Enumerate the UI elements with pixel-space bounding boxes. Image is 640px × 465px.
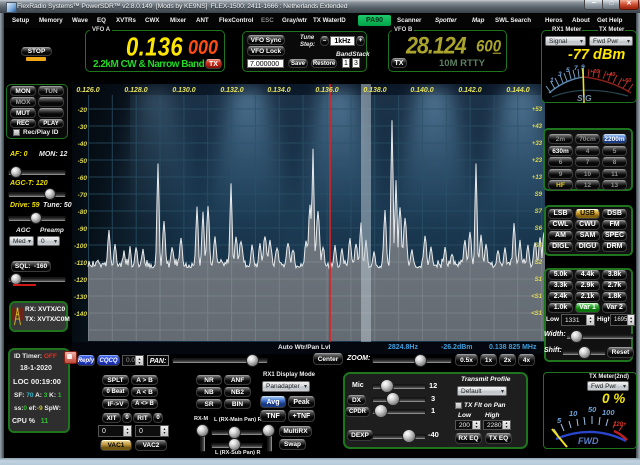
svg-text:-30: -30: [78, 124, 88, 131]
svg-text:0.140.0: 0.140.0: [410, 87, 433, 94]
svg-text:0.142.0: 0.142.0: [458, 87, 481, 94]
svg-text:-140: -140: [74, 311, 87, 318]
svg-text:S7: S7: [535, 209, 543, 215]
svg-text:-100: -100: [74, 243, 87, 250]
svg-text:3: 3: [558, 71, 562, 78]
svg-text:+60: +60: [622, 78, 631, 84]
svg-text:+43: +43: [532, 124, 543, 130]
svg-text:-130: -130: [74, 294, 87, 301]
svg-text:+53: +53: [532, 107, 543, 113]
svg-text:9: 9: [581, 64, 585, 71]
svg-text:S4: S4: [535, 243, 543, 249]
svg-text:-50: -50: [78, 158, 88, 165]
svg-text:+33: +33: [532, 141, 543, 147]
svg-text:-110: -110: [74, 260, 87, 267]
svg-text:-60: -60: [78, 175, 88, 182]
svg-text:0.130.0: 0.130.0: [172, 87, 195, 94]
svg-text:0.132.0: 0.132.0: [220, 87, 243, 94]
svg-text:0.134.0: 0.134.0: [267, 87, 290, 94]
svg-text:S9: S9: [535, 192, 543, 198]
svg-text:0.144.0: 0.144.0: [506, 87, 529, 94]
svg-text:-40: -40: [78, 141, 88, 148]
svg-text:SIG: SIG: [577, 93, 592, 103]
svg-text:-80: -80: [78, 209, 88, 216]
svg-text:120+: 120+: [613, 422, 627, 428]
svg-text:5: 5: [566, 67, 570, 74]
svg-text:50: 50: [588, 405, 597, 414]
svg-text:-90: -90: [78, 226, 88, 233]
svg-text:0.136.0: 0.136.0: [315, 87, 338, 94]
svg-text:0.138.0: 0.138.0: [363, 87, 386, 94]
svg-text:7: 7: [574, 65, 578, 72]
svg-text:+13: +13: [532, 175, 543, 181]
svg-text:-20: -20: [78, 107, 88, 114]
svg-text:5: 5: [557, 416, 562, 425]
svg-text:S2: S2: [535, 260, 543, 266]
svg-text:-70: -70: [78, 192, 88, 199]
svg-text:1: 1: [550, 77, 554, 84]
svg-text:0.128.0: 0.128.0: [124, 87, 147, 94]
svg-text:<S1: <S1: [531, 311, 543, 317]
svg-text:-120: -120: [74, 277, 87, 284]
svg-text:0.126.0: 0.126.0: [76, 87, 99, 94]
svg-text:+20: +20: [590, 69, 599, 75]
svg-text:S1: S1: [535, 277, 543, 283]
svg-text:S6: S6: [535, 226, 543, 232]
svg-text:10: 10: [569, 409, 578, 418]
svg-text:<S1: <S1: [531, 294, 543, 300]
svg-text:+40: +40: [606, 72, 615, 78]
svg-text:FWD: FWD: [578, 436, 599, 446]
svg-text:100: 100: [602, 408, 615, 417]
svg-text:+23: +23: [532, 158, 543, 164]
